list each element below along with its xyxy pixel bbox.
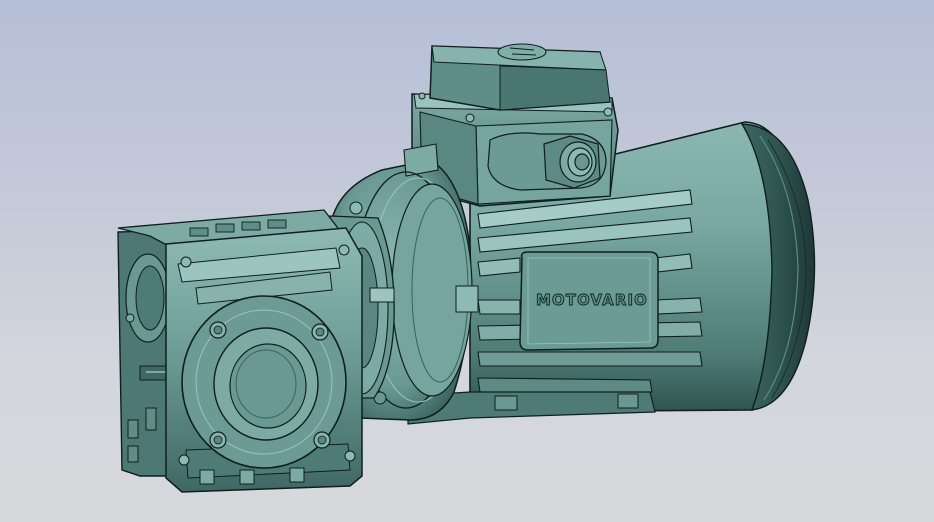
gearmotor-3d-model[interactable]: MOTOVARIO [0, 0, 934, 522]
cable-gland [543, 135, 601, 189]
motor-nameplate: MOTOVARIO [519, 251, 659, 351]
brand-label: MOTOVARIO [536, 291, 648, 309]
cad-viewport[interactable]: MOTOVARIO [0, 0, 934, 522]
output-flange [181, 295, 347, 469]
electric-motor: MOTOVARIO [325, 43, 816, 425]
worm-gearbox [117, 209, 363, 493]
